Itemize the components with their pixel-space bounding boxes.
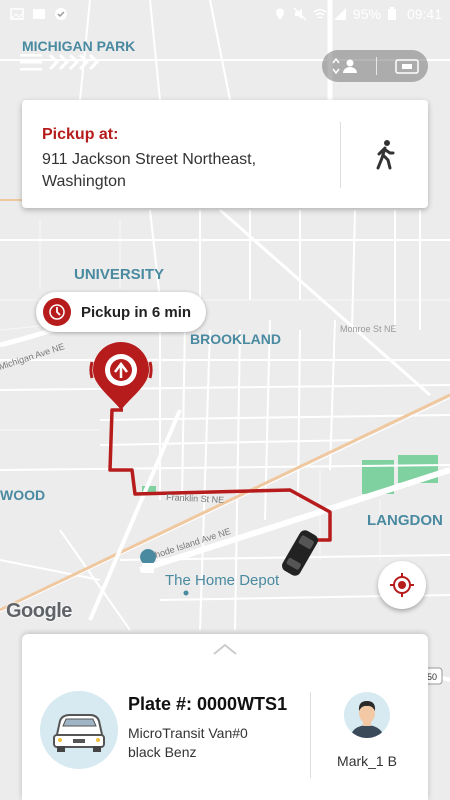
driver-avatar[interactable]: [344, 692, 390, 738]
google-logo: Google: [6, 600, 72, 622]
van-icon: [53, 714, 105, 752]
chevrons-right-icon: [48, 53, 100, 71]
pickup-card[interactable]: Pickup at: 911 Jackson Street Northeast,…: [22, 100, 428, 208]
payment-card-icon[interactable]: [394, 57, 420, 75]
map-label-brookland: BROOKLAND: [190, 331, 281, 347]
map-label-langdon: LANGDON: [367, 512, 443, 529]
pill-divider: [376, 57, 378, 75]
map-label-wood: WOOD: [0, 487, 45, 503]
pickup-address[interactable]: 911 Jackson Street Northeast, Washington: [42, 149, 332, 193]
battery-percent: 95%: [352, 6, 381, 22]
map-label-university: UNIVERSITY: [74, 266, 164, 283]
map-label-monroe-st: Monroe St NE: [340, 324, 397, 334]
walking-person-icon[interactable]: [370, 138, 400, 172]
chevron-up-icon[interactable]: [212, 642, 238, 656]
route-50-label: 50: [427, 672, 437, 682]
panel-divider: [310, 692, 311, 778]
chat-icon: [54, 7, 68, 21]
clock-icon: [43, 298, 71, 326]
status-bar: 95% 09:41: [0, 0, 450, 30]
signal-icon: [333, 7, 347, 21]
status-time: 09:41: [406, 6, 442, 22]
wifi-icon: [313, 7, 327, 21]
battery-icon: [387, 7, 401, 21]
driver-name: Mark_1 B: [337, 753, 397, 769]
mute-icon: [293, 7, 307, 21]
ride-details-panel[interactable]: Plate #: 0000WTS1 MicroTransit Van#0 bla…: [22, 634, 428, 800]
driver-person-icon: [350, 701, 384, 738]
swap-users-icon[interactable]: [330, 57, 360, 75]
pickup-eta-text: Pickup in 6 min: [81, 303, 192, 321]
notification-icon: [32, 7, 46, 21]
walk-directions-button[interactable]: [370, 138, 400, 172]
mode-toggle[interactable]: [322, 50, 428, 82]
card-divider: [340, 122, 341, 188]
vehicle-avatar: [40, 691, 118, 769]
map-label-home-depot: The Home Depot: [165, 572, 280, 589]
crosshair-icon[interactable]: [389, 572, 415, 598]
image-icon: [10, 7, 24, 21]
menu-button[interactable]: [20, 52, 104, 72]
pickup-label: Pickup at:: [42, 126, 119, 143]
vehicle-name: MicroTransit Van#0: [128, 725, 248, 741]
hamburger-menu-icon[interactable]: [20, 52, 44, 72]
vehicle-description: black Benz: [128, 744, 197, 760]
location-icon: [273, 7, 287, 21]
plate-number: Plate #: 0000WTS1: [128, 694, 288, 714]
my-location-button[interactable]: [378, 561, 426, 609]
pickup-eta-bubble: Pickup in 6 min: [36, 292, 206, 332]
